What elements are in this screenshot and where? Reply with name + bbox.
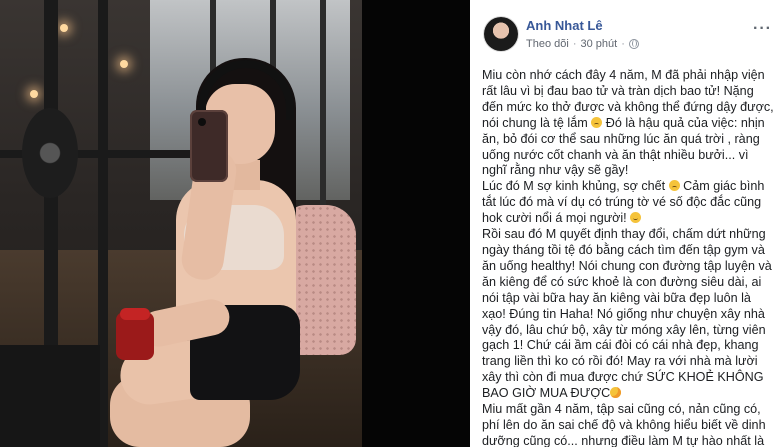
post-paragraph: Miu mất gần 4 năm, tập sai cũng có, nản … bbox=[482, 402, 774, 447]
smile-emoji-icon bbox=[630, 212, 642, 224]
post-paragraph: Lúc đó M sợ kinh khủng, sợ chết Cảm giác… bbox=[482, 179, 774, 227]
ceiling-light bbox=[60, 24, 68, 32]
phone bbox=[190, 110, 228, 182]
post-header: Anh Nhat Lê Theo dõi · 30 phút · ··· bbox=[470, 0, 780, 62]
follow-link[interactable]: Theo dõi bbox=[526, 38, 569, 50]
post-meta: Theo dõi · 30 phút · bbox=[526, 38, 639, 50]
facebook-post-card: Anh Nhat Lê Theo dõi · 30 phút · ··· Miu… bbox=[470, 0, 780, 447]
ceiling-light bbox=[120, 60, 128, 68]
globe-icon bbox=[628, 39, 639, 49]
paragraph-text: Rồi sau đó M quyết định thay đổi, chấm d… bbox=[482, 227, 772, 401]
separator: · bbox=[572, 38, 577, 50]
weight-plate bbox=[22, 108, 78, 198]
sad-emoji-icon bbox=[591, 116, 603, 128]
paragraph-text: Lúc đó M sợ kinh khủng, sợ chết bbox=[482, 179, 666, 194]
phone-camera bbox=[198, 118, 206, 126]
post-paragraph: Rồi sau đó M quyết định thay đổi, chấm d… bbox=[482, 227, 774, 402]
heart-eyes-emoji-icon bbox=[610, 387, 622, 399]
author-name[interactable]: Anh Nhat Lê bbox=[526, 18, 603, 33]
post-body: Miu còn nhớ cách đây 4 năm, M đã phải nh… bbox=[482, 68, 774, 447]
more-options-icon[interactable]: ··· bbox=[753, 20, 772, 38]
sad-emoji-icon bbox=[668, 180, 680, 192]
post-time[interactable]: 30 phút bbox=[580, 38, 617, 50]
window-frame bbox=[320, 0, 326, 210]
background-gap bbox=[362, 0, 470, 447]
user-avatar[interactable] bbox=[484, 17, 518, 51]
post-paragraph: Miu còn nhớ cách đây 4 năm, M đã phải nh… bbox=[482, 68, 774, 179]
ceiling-light bbox=[30, 90, 38, 98]
separator: · bbox=[621, 38, 625, 50]
paragraph-text: Miu mất gần 4 năm, tập sai cũng có, nản … bbox=[482, 402, 766, 447]
bottle-cap bbox=[120, 308, 150, 320]
bench bbox=[0, 345, 100, 447]
post-photo[interactable] bbox=[0, 0, 362, 447]
